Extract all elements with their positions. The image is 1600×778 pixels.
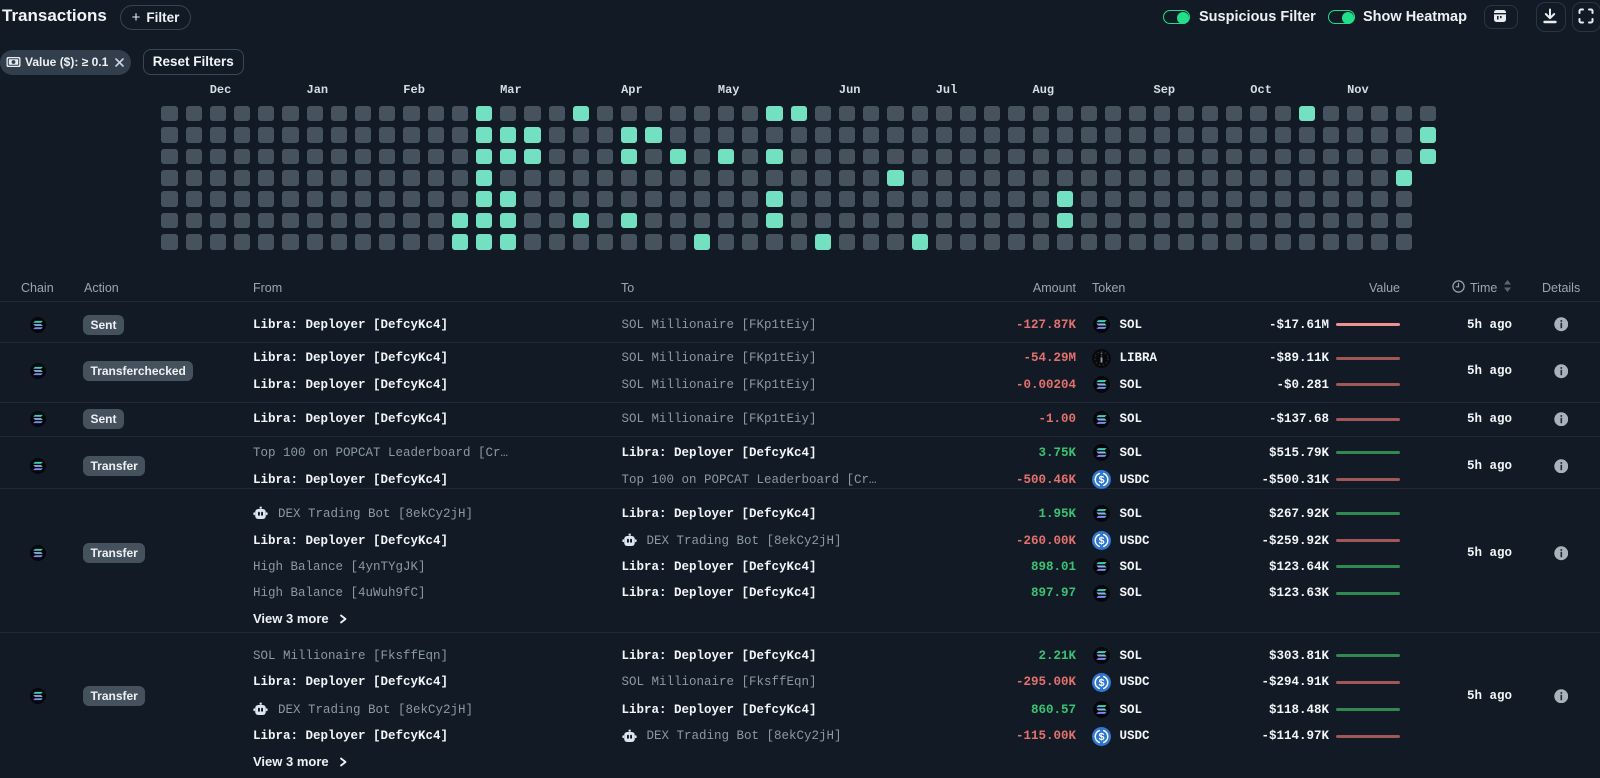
- svg-text:$: $: [1099, 474, 1105, 486]
- svg-text:$: $: [1099, 731, 1105, 743]
- svg-text:$: $: [1099, 677, 1105, 689]
- svg-text:$: $: [1099, 535, 1105, 547]
